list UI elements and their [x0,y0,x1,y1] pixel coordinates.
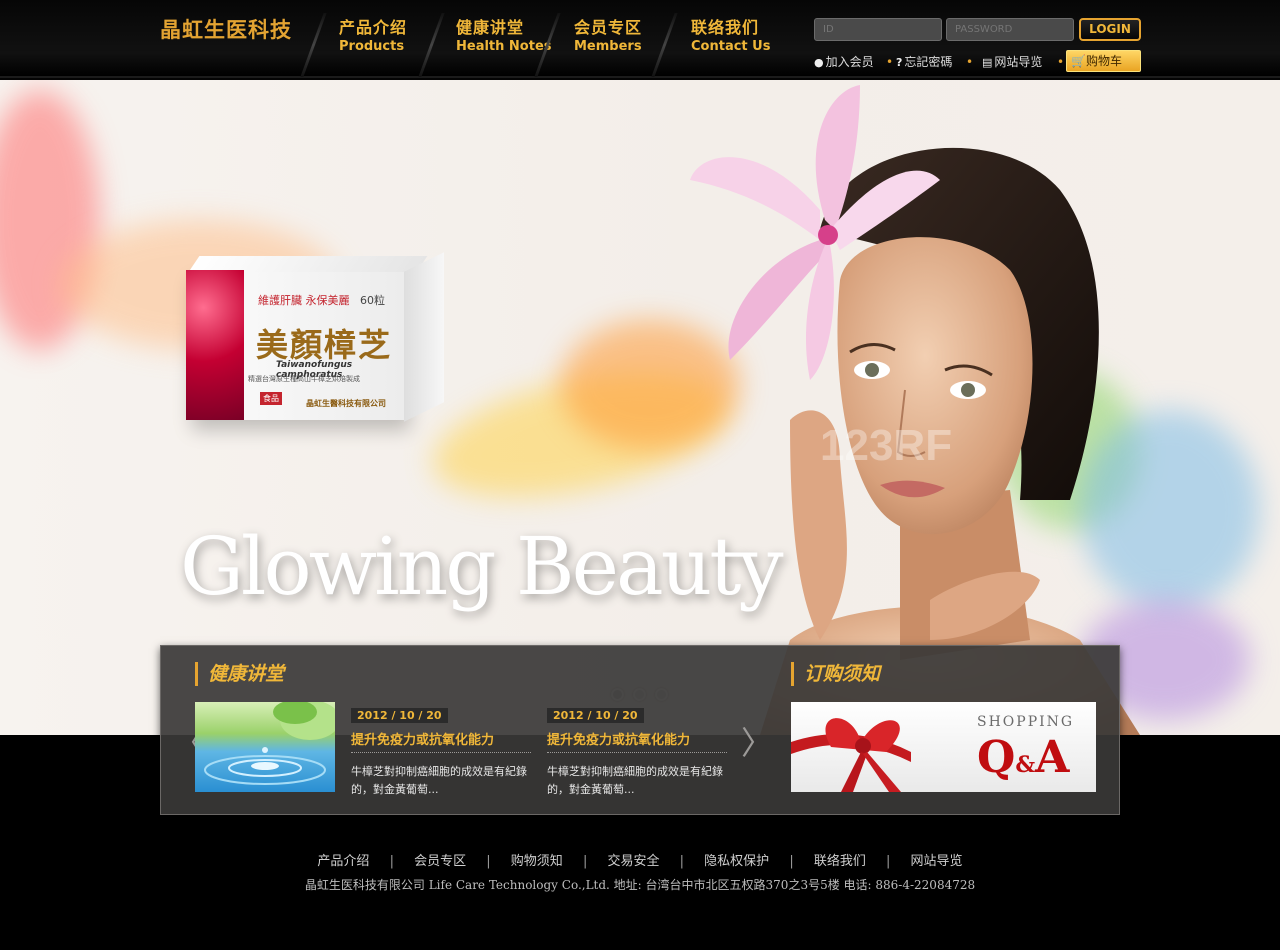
product-box[interactable]: 維護肝臟 永保美麗 60粒 美顏樟芝 Taiwanofungus camphor… [186,252,444,422]
news-excerpt: 牛樟芝對抑制癌細胞的成效是有紀錄的，對金黃葡萄... [547,765,723,796]
nav-products-en: Products [339,39,405,54]
shopping-qa-banner[interactable]: SHOPPING Q&A [791,702,1096,792]
hero-banner: 123RF 維護肝臟 永保美麗 60粒 美顏樟芝 Taiwanofungus c… [0,80,1280,735]
footer-link-privacy[interactable]: 隐私权保护 [704,850,769,869]
product-company: 晶虹生醫科技有限公司 [306,399,386,408]
news-date: 2012 / 10 / 20 [547,708,644,723]
site-header: 晶虹生医科技 产品介绍 Products 健康讲堂 Health Notes 会… [0,0,1280,78]
product-tagline: 維護肝臟 永保美麗 60粒 [258,294,385,307]
product-description: 精選台灣原生種高山牛樟芝烘焙製成 [248,375,360,383]
ribbon-image [791,718,911,792]
nav-health-notes[interactable]: 健康讲堂 Health Notes [456,18,552,66]
nav-divider [418,13,445,77]
content-panel: 健康讲堂 〈 2012 / 10 / 20 提升免疫力或抗氧化能力 牛樟芝對抑制… [160,645,1120,815]
link-separator: • [886,55,894,69]
id-input[interactable] [814,18,942,41]
order-notice-title[interactable]: 订购须知 [791,662,880,686]
sitemap-label: 网站导览 [994,55,1043,69]
nav-products-cn: 产品介绍 [339,18,408,37]
nav-contact-us-cn: 联络我们 [691,18,760,37]
footer-link-products[interactable]: 产品介绍 [317,850,369,869]
nav-divider [300,13,327,77]
password-input[interactable] [946,18,1074,41]
forgot-password-label: 忘記密碼 [904,55,953,69]
nav-products[interactable]: 产品介绍 Products [339,18,407,66]
footer-separator: | [389,854,394,869]
footer-link-sitemap[interactable]: 网站导览 [911,850,963,869]
watermark: 123RF [820,421,952,470]
nav-members-en: Members [574,39,642,54]
footer-separator: | [886,854,891,869]
page: 晶虹生医科技 产品介绍 Products 健康讲堂 Health Notes 会… [0,0,1280,950]
user-icon: ● [814,56,824,69]
footer-company-info: 晶虹生医科技有限公司 Life Care Technology Co.,Ltd.… [304,878,976,892]
cart-button[interactable]: 🛒购物车 [1066,50,1141,72]
footer-links: 产品介绍 | 会员专区 | 购物须知 | 交易安全 | 隐私权保护 | 联络我们… [0,850,1280,869]
news-item-1[interactable]: 2012 / 10 / 20 提升免疫力或抗氧化能力 牛樟芝對抑制癌細胞的成效是… [351,704,531,799]
footer-link-contact[interactable]: 联络我们 [814,850,866,869]
login-button[interactable]: LOGIN [1079,18,1141,41]
footer-link-members[interactable]: 会员专区 [414,850,466,869]
footer-separator: | [679,854,685,869]
footer-separator: | [486,854,491,869]
link-separator: • [966,55,974,69]
cart-icon: 🛒 [1071,54,1086,68]
question-icon: ? [896,56,903,69]
nav-members-cn: 会员专区 [574,18,643,37]
nav-members[interactable]: 会员专区 Members [574,18,642,66]
product-category-tag: 食品 [260,392,282,405]
news-title[interactable]: 提升免疫力或抗氧化能力 [351,729,531,753]
news-title[interactable]: 提升免疫力或抗氧化能力 [547,729,727,753]
nav-contact-us[interactable]: 联络我们 Contact Us [691,18,770,66]
news-date: 2012 / 10 / 20 [351,708,448,723]
nav-health-notes-en: Health Notes [456,39,552,54]
footer-link-shopping-notes[interactable]: 购物须知 [511,850,563,869]
footer-link-transaction-security[interactable]: 交易安全 [607,850,659,869]
forgot-password-link[interactable]: ? 忘記密碼 [896,53,952,70]
water-drop-image [204,702,335,785]
qa-heading: Q&A [977,732,1070,783]
footer-separator: | [582,854,588,869]
qa-shopping-label: SHOPPING [977,714,1075,730]
news-excerpt: 牛樟芝對抑制癌細胞的成效是有紀錄的，對金黃葡萄... [351,765,527,796]
nav-divider [651,13,678,77]
cart-label: 购物车 [1085,54,1122,68]
product-box-side [404,252,444,422]
footer-separator: | [789,854,794,869]
health-notes-title[interactable]: 健康讲堂 [195,662,284,686]
nav-contact-us-en: Contact Us [691,39,771,54]
link-separator: • [1057,55,1065,69]
next-arrow-icon[interactable]: 〉 [741,718,773,764]
join-member-label: 加入会员 [825,55,874,69]
sitemap-icon: ▤ [982,56,993,69]
nav-health-notes-cn: 健康讲堂 [456,18,525,37]
site-logo[interactable]: 晶虹生医科技 [160,14,292,44]
hero-slogan: Glowing Beauty [180,520,784,613]
join-member-link[interactable]: ● 加入会员 [814,53,874,70]
rose-pattern [186,270,244,420]
news-thumbnail[interactable] [195,702,335,792]
news-item-2[interactable]: 2012 / 10 / 20 提升免疫力或抗氧化能力 牛樟芝對抑制癌細胞的成效是… [547,704,727,799]
sitemap-link[interactable]: ▤ 网站导览 [982,53,1042,70]
